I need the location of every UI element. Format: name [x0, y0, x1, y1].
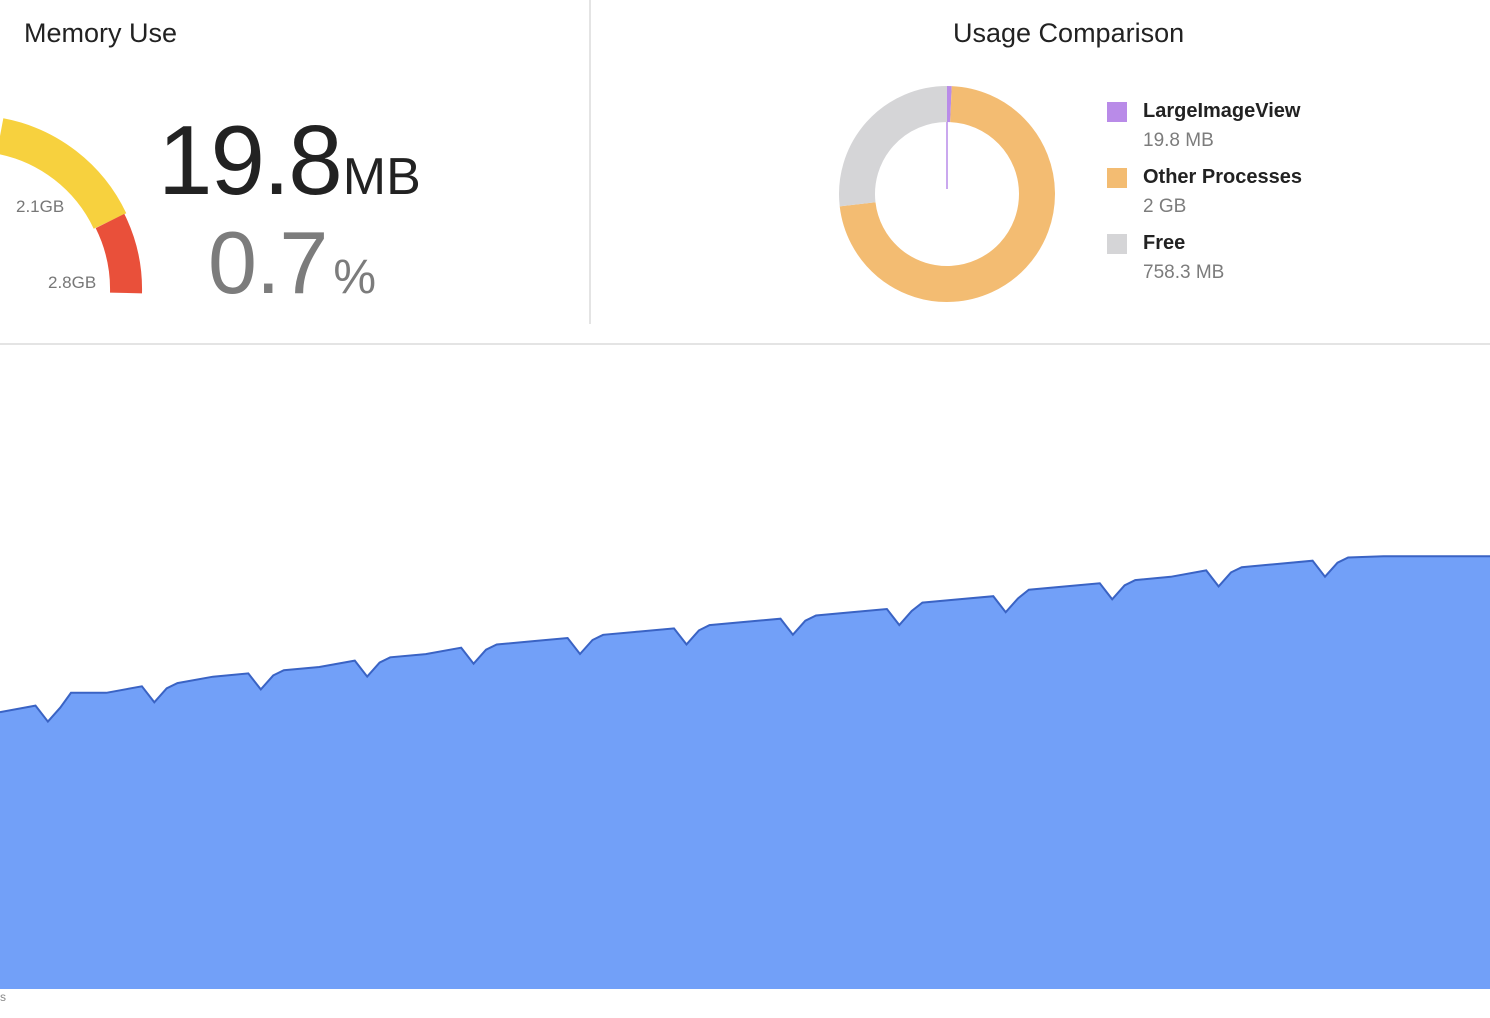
legend-swatch-free: [1107, 234, 1127, 254]
legend-swatch-largeimageview: [1107, 102, 1127, 122]
memory-percent-number: 0.7: [208, 213, 328, 312]
panel-divider-vertical: [589, 0, 591, 324]
legend-value-largeimageview: 19.8 MB: [1143, 130, 1214, 151]
memory-value-number: 19.8: [158, 105, 343, 215]
memory-value-unit: MB: [342, 148, 421, 206]
legend-name-other-processes: Other Processes: [1143, 166, 1302, 188]
memory-value: 19.8MB: [158, 104, 421, 217]
memory-usage-area-chart: [0, 555, 1490, 989]
legend-name-free: Free: [1143, 232, 1186, 254]
memory-percent-unit: %: [333, 251, 377, 304]
legend-value-free: 758.3 MB: [1143, 262, 1225, 283]
legend-value-other-processes: 2 GB: [1143, 196, 1187, 217]
gauge-label-2-8gb: 2.8GB: [48, 273, 97, 292]
usage-donut-chart: [839, 86, 1055, 302]
gauge-label-2-1gb: 2.1GB: [16, 197, 65, 216]
donut-slice-free: [839, 86, 948, 207]
x-axis-tick-label: s: [0, 990, 6, 1004]
usage-comparison-title: Usage Comparison: [953, 18, 1185, 48]
legend-name-largeimageview: LargeImageView: [1143, 100, 1301, 122]
memory-percent: 0.7%: [208, 212, 376, 314]
gauge-high-segment: [95, 213, 143, 294]
memory-gauge: [0, 118, 143, 294]
legend-swatch-other-processes: [1107, 168, 1127, 188]
